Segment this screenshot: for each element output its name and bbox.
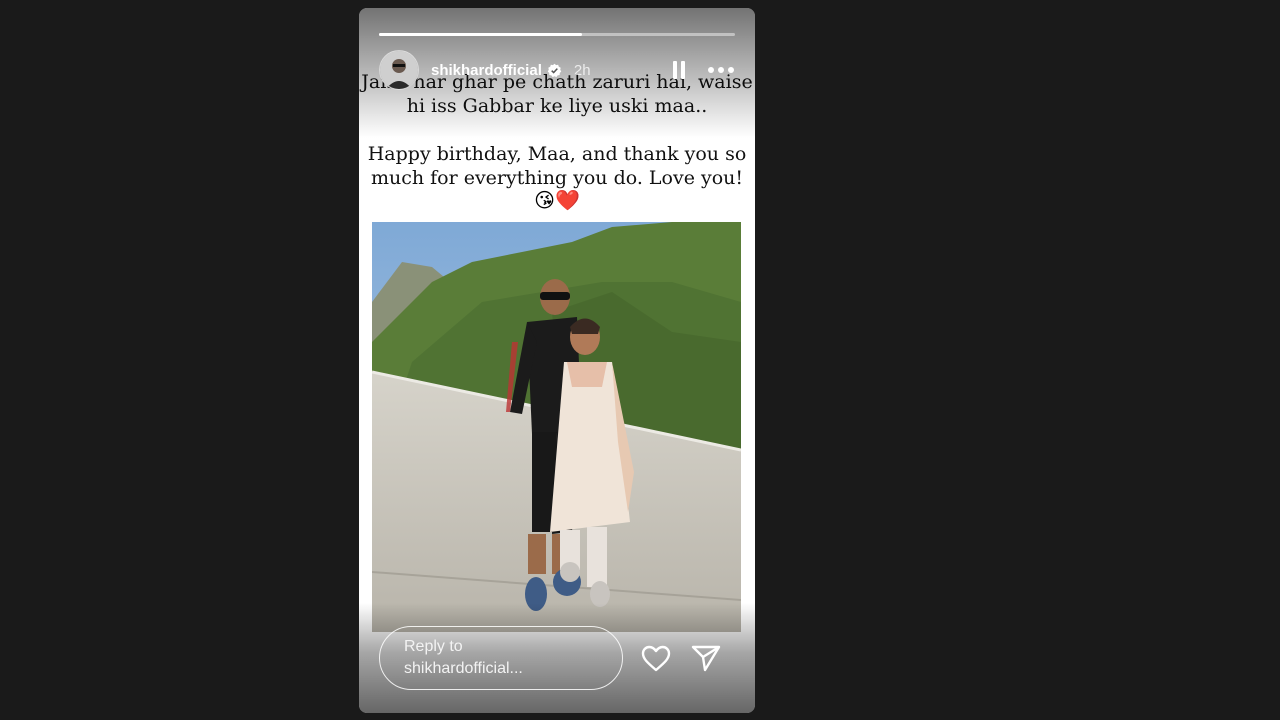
verified-badge-icon xyxy=(547,63,562,78)
footer-actions xyxy=(641,644,721,672)
story-caption-birthday: Happy birthday, Maa, and thank you so mu… xyxy=(359,142,755,190)
story-progress-bar xyxy=(379,33,735,36)
more-icon[interactable] xyxy=(707,66,735,74)
story-progress-fill xyxy=(379,33,582,36)
reply-input[interactable]: Reply to shikhardofficial... xyxy=(379,626,623,690)
avatar-image xyxy=(380,51,418,89)
reply-placeholder-line: shikhardofficial... xyxy=(404,660,523,677)
caption-line: hi iss Gabbar ke liye uski maa.. xyxy=(406,95,708,117)
username[interactable]: shikhardofficial xyxy=(431,62,542,79)
story-footer: Reply to shikhardofficial... xyxy=(379,625,735,691)
story-photo xyxy=(372,222,741,632)
send-icon[interactable] xyxy=(691,644,721,672)
caption-line: Happy birthday, Maa, and thank you so xyxy=(367,143,747,165)
mountain-photo-illustration xyxy=(372,222,741,632)
pause-icon[interactable] xyxy=(671,60,687,80)
header-controls xyxy=(671,60,735,80)
heart-icon[interactable] xyxy=(641,645,671,672)
story-timestamp: 2h xyxy=(573,61,591,79)
avatar[interactable] xyxy=(379,50,419,90)
story-header: shikhardofficial 2h xyxy=(379,50,735,90)
story-viewer[interactable]: Jaise har ghar pe chath zaruri hai, wais… xyxy=(359,8,755,713)
caption-emojis: 😘❤️ xyxy=(534,188,580,212)
reply-placeholder-line: Reply to xyxy=(404,638,463,655)
caption-line: much for everything you do. Love you! xyxy=(370,167,744,189)
